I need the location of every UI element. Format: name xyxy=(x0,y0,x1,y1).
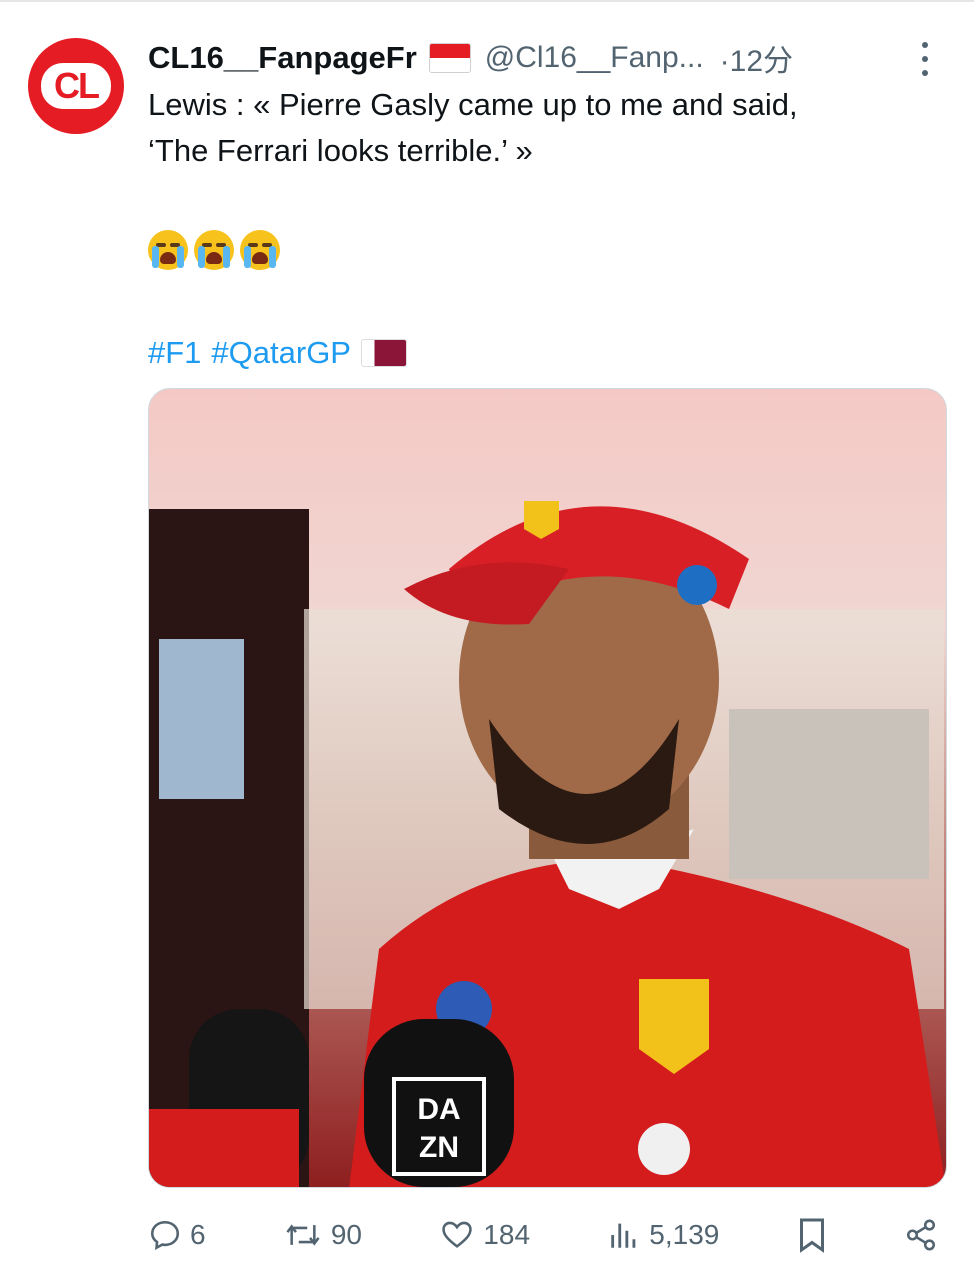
retweet-icon xyxy=(286,1224,320,1246)
bookmark-icon xyxy=(799,1218,824,1253)
heart-icon xyxy=(442,1221,473,1248)
tweet-text: Lewis : « Pierre Gasly came up to me and… xyxy=(148,87,798,168)
crying-face-icon xyxy=(194,230,234,270)
avatar-logo: CL xyxy=(41,63,111,109)
share-icon xyxy=(906,1219,935,1251)
retweet-button[interactable]: 90 xyxy=(283,1218,362,1252)
monaco-flag-icon xyxy=(428,43,471,73)
tweet-actions: 6 90 184 5,139 xyxy=(148,1212,938,1258)
views-chart-icon xyxy=(611,1223,636,1248)
hashtags: #F1 #QatarGP xyxy=(148,330,407,376)
reply-count: 6 xyxy=(190,1219,206,1250)
like-button[interactable]: 184 xyxy=(439,1218,530,1252)
reply-icon xyxy=(150,1220,180,1251)
display-name[interactable]: CL16__FanpageFr xyxy=(148,40,417,76)
timestamp[interactable]: ·12分 xyxy=(720,36,793,80)
mic-label-top: DA xyxy=(417,1093,460,1126)
share-button[interactable] xyxy=(904,1218,938,1252)
crying-face-icon xyxy=(240,230,280,270)
background-screen xyxy=(159,639,244,799)
like-count: 184 xyxy=(483,1219,531,1250)
bookmark-button[interactable] xyxy=(797,1217,827,1253)
avatar[interactable]: CL xyxy=(28,38,124,134)
tweet-header: CL16__FanpageFr @Cl16__Fanp... ·12分 xyxy=(148,38,948,78)
mic-label-bottom: ZN xyxy=(419,1131,459,1164)
hp-logo-icon xyxy=(677,565,717,605)
crying-face-icon xyxy=(148,230,188,270)
more-options-icon[interactable] xyxy=(918,42,932,76)
top-divider xyxy=(0,0,974,2)
hashtag-f1[interactable]: #F1 xyxy=(148,335,201,371)
views-button[interactable]: 5,139 xyxy=(607,1218,719,1252)
qatar-flag-icon xyxy=(360,339,407,367)
tweet-media-image[interactable]: DA ZN xyxy=(148,388,947,1188)
retweet-count: 90 xyxy=(330,1219,363,1250)
emoji-row xyxy=(148,230,280,274)
reply-button[interactable]: 6 xyxy=(148,1218,206,1252)
hashtag-qatargp[interactable]: #QatarGP xyxy=(211,335,351,371)
user-handle[interactable]: @Cl16__Fanp... xyxy=(485,41,704,75)
views-count: 5,139 xyxy=(649,1219,720,1250)
